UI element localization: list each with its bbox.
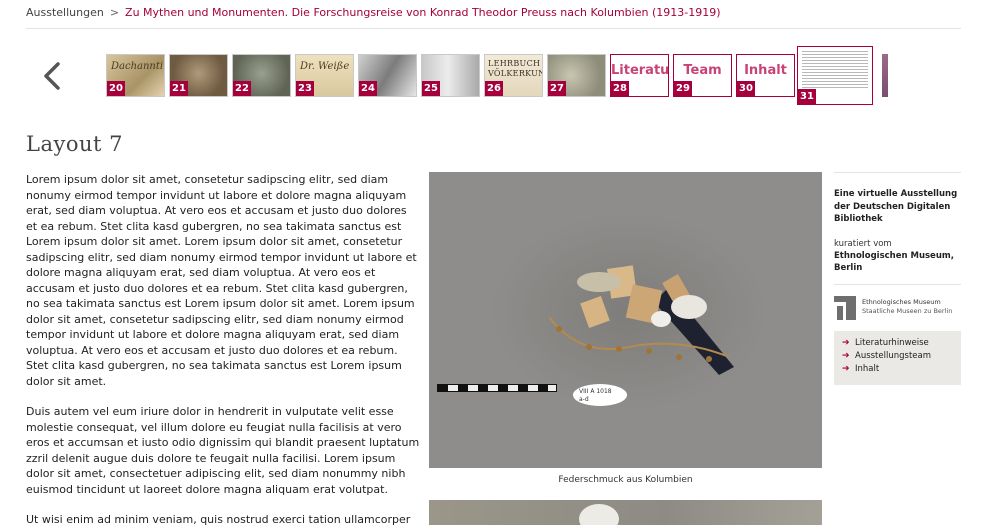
- thumbnail-title: Inhalt: [744, 63, 787, 78]
- page-title: Layout 7: [26, 132, 123, 156]
- thumbnail-handwriting: Dachanntiras: [111, 61, 164, 72]
- sidebar-divider: [834, 172, 961, 173]
- thumbnail-26[interactable]: LEHRBUCH VÖLKERKUND 26: [484, 54, 543, 97]
- museum-name: Ethnologisches Museum: [862, 297, 941, 306]
- previous-page-button[interactable]: [38, 58, 66, 94]
- feather-bundle-illustration: [549, 265, 734, 375]
- thumbnail-strip: Dachanntiras 20 21 22 Dr. Weiße 23 24 25…: [106, 46, 888, 106]
- thumbnail-number: 29: [674, 81, 692, 96]
- museum-logo-icon: [834, 295, 856, 320]
- curated-label: kuratiert vom: [834, 238, 892, 249]
- thumbnail-handwriting: Dr. Weiße: [300, 61, 350, 72]
- thumbnail-28-literatur[interactable]: Literatur 28: [610, 54, 669, 97]
- thumbnail-number: 23: [296, 81, 314, 96]
- link-label: Inhalt: [855, 364, 880, 374]
- paragraph: Ut wisi enim ad minim veniam, quis nostr…: [26, 513, 411, 525]
- thumbnail-27[interactable]: 27: [547, 54, 606, 97]
- thumbnail-21[interactable]: 21: [169, 54, 228, 97]
- paragraph: Lorem ipsum dolor sit amet, consetetur s…: [26, 173, 417, 388]
- thumbnail-number: 26: [485, 81, 503, 96]
- thumbnail-number: 28: [611, 81, 629, 96]
- paragraph: Duis autem vel eum iriure dolor in hendr…: [26, 405, 420, 496]
- measurement-scale: [437, 384, 557, 392]
- arrow-right-icon: ➔: [842, 338, 850, 348]
- breadcrumb: Ausstellungen > Zu Mythen und Monumenten. …: [26, 6, 961, 28]
- thumbnail-book-title: LEHRBUCH VÖLKERKUND: [488, 59, 542, 78]
- thumbnail-29-team[interactable]: Team 29: [673, 54, 732, 97]
- feather-headdress-image[interactable]: VIII A 1018 a-d: [429, 172, 822, 468]
- article-body: Lorem ipsum dolor sit amet, consetetur s…: [26, 172, 420, 525]
- page-preview: [802, 51, 868, 88]
- link-ausstellungsteam[interactable]: ➔ Ausstellungsteam: [842, 350, 953, 363]
- link-label: Literaturhinweise: [855, 338, 929, 348]
- curator-name: Ethnologischen Museum, Berlin: [834, 250, 954, 274]
- thumbnail-title: Team: [683, 63, 722, 78]
- link-label: Ausstellungsteam: [855, 351, 931, 361]
- thumbnail-number: 20: [107, 81, 125, 96]
- link-literaturhinweise[interactable]: ➔ Literaturhinweise: [842, 337, 953, 350]
- sidebar-links: ➔ Literaturhinweise ➔ Ausstellungsteam ➔…: [834, 330, 961, 385]
- header-divider: [26, 28, 961, 29]
- thumbnail-24[interactable]: 24: [358, 54, 417, 97]
- thumbnail-31-current[interactable]: 31: [797, 46, 873, 105]
- arrow-right-icon: ➔: [842, 351, 850, 361]
- chevron-left-icon: [44, 62, 60, 90]
- sidebar: Eine virtuelle Ausstellung der Deutschen…: [834, 172, 961, 385]
- museum-subtitle: Staatliche Museen zu Berlin: [862, 306, 953, 315]
- inventory-tag: VIII A 1018 a-d: [573, 384, 627, 406]
- thumbnail-number: 27: [548, 81, 566, 96]
- thumbnail-number: 24: [359, 81, 377, 96]
- thumbnail-number: 31: [798, 89, 816, 104]
- museum-logo[interactable]: Ethnologisches Museum Staatliche Museen …: [834, 295, 961, 326]
- thumbnail-title: Literatur: [611, 63, 669, 78]
- arrow-right-icon: ➔: [842, 364, 850, 374]
- thumbnail-23[interactable]: Dr. Weiße 23: [295, 54, 354, 97]
- breadcrumb-item-exhibitions[interactable]: Ausstellungen: [26, 6, 104, 19]
- thumbnail-number: 30: [737, 81, 755, 96]
- breadcrumb-item-current-exhibition[interactable]: Zu Mythen und Monumenten. Die Forschungs…: [125, 6, 720, 19]
- thumbnail-number: 22: [233, 81, 251, 96]
- thumbnail-20[interactable]: Dachanntiras 20: [106, 54, 165, 97]
- thumbnail-number: 25: [422, 81, 440, 96]
- exhibition-intro: Eine virtuelle Ausstellung der Deutschen…: [834, 189, 958, 224]
- sidebar-divider: [834, 283, 961, 285]
- figure-caption: Federschmuck aus Kolumbien: [558, 475, 693, 485]
- thumbnail-30-inhalt[interactable]: Inhalt 30: [736, 54, 795, 97]
- thumbnail-number: 21: [170, 81, 188, 96]
- link-inhalt[interactable]: ➔ Inhalt: [842, 363, 953, 376]
- thumbnail-next-partial[interactable]: [882, 54, 888, 97]
- thumbnail-25[interactable]: 25: [421, 54, 480, 97]
- breadcrumb-separator: >: [109, 6, 120, 19]
- image-detail: [579, 504, 619, 525]
- second-figure-image[interactable]: [429, 500, 822, 525]
- museum-logo-text: Ethnologisches Museum Staatliche Museen …: [862, 296, 952, 316]
- thumbnail-22[interactable]: 22: [232, 54, 291, 97]
